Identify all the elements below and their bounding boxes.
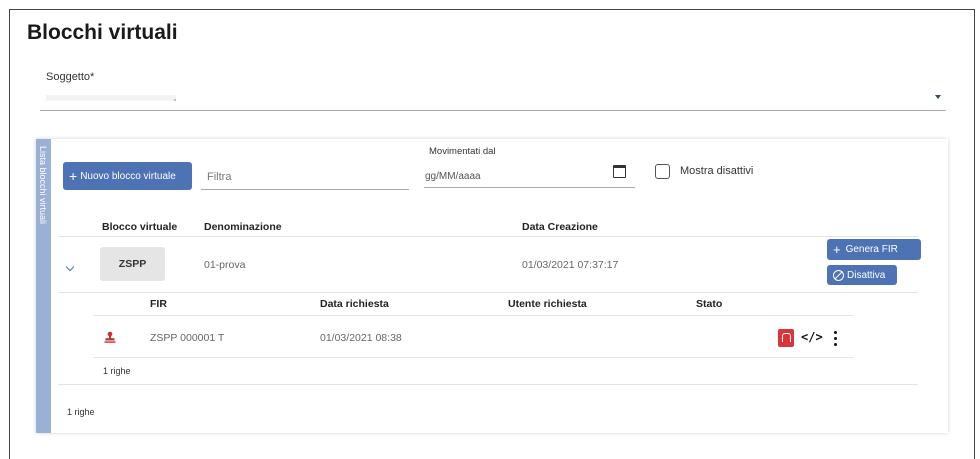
side-tab-label: Lista blocchi virtuali	[38, 146, 48, 225]
block-name: 01-prova	[204, 259, 246, 271]
stamp-icon	[104, 331, 116, 343]
sub-col-user[interactable]: Utente richiesta	[508, 298, 587, 310]
block-code-badge: ZSPP	[100, 247, 165, 281]
filter-placeholder: Filtra	[207, 171, 232, 183]
sub-col-requested[interactable]: Data richiesta	[320, 298, 389, 310]
new-virtual-block-button[interactable]: + Nuovo blocco virtuale	[63, 162, 192, 190]
subject-select[interactable]	[46, 95, 226, 103]
moved-since-label: Movimentati dal	[429, 146, 496, 157]
header-divider	[58, 236, 918, 237]
sub-col-fir[interactable]: FIR	[150, 298, 167, 310]
col-name[interactable]: Denominazione	[204, 221, 282, 233]
disable-label: Disattiva	[847, 269, 886, 281]
col-virtual-block[interactable]: Blocco virtuale	[102, 221, 177, 233]
subject-dot	[174, 99, 176, 101]
filter-input[interactable]	[201, 162, 409, 190]
fir-number: ZSPP 000001 T	[150, 332, 225, 344]
table-bottom-divider	[58, 384, 918, 385]
plus-icon: +	[833, 242, 841, 257]
row-divider	[58, 292, 918, 293]
subject-label: Soggetto*	[46, 71, 95, 83]
date-underline	[424, 187, 635, 188]
code-icon[interactable]: </>	[801, 330, 823, 344]
sub-row-divider	[93, 357, 853, 358]
calendar-icon[interactable]	[613, 165, 626, 178]
plus-icon: +	[69, 168, 78, 184]
sub-header-divider	[93, 315, 853, 316]
block-created: 01/03/2021 07:37:17	[522, 259, 619, 271]
generate-fir-button[interactable]: + Genera FIR	[827, 239, 921, 260]
disable-button[interactable]: Disattiva	[827, 265, 897, 285]
generate-fir-label: Genera FIR	[845, 244, 898, 255]
page-title: Blocchi virtuali	[27, 21, 178, 44]
dropdown-arrow-icon[interactable]	[935, 95, 941, 99]
subject-underline	[40, 110, 946, 111]
col-created[interactable]: Data Creazione	[522, 221, 598, 233]
row-count: 1 righe	[67, 407, 95, 417]
new-button-label: Nuovo blocco virtuale	[80, 170, 176, 182]
pdf-icon[interactable]	[778, 329, 794, 347]
sub-col-status[interactable]: Stato	[696, 298, 722, 310]
block-icon	[833, 269, 844, 281]
show-disabled-checkbox[interactable]	[655, 164, 670, 179]
more-vertical-icon[interactable]	[834, 331, 837, 346]
sub-row-count: 1 righe	[103, 366, 131, 376]
date-input[interactable]: gg/MM/aaaa	[425, 171, 481, 182]
show-disabled-label: Mostra disattivi	[680, 165, 754, 177]
fir-requested: 01/03/2021 08:38	[320, 332, 402, 344]
